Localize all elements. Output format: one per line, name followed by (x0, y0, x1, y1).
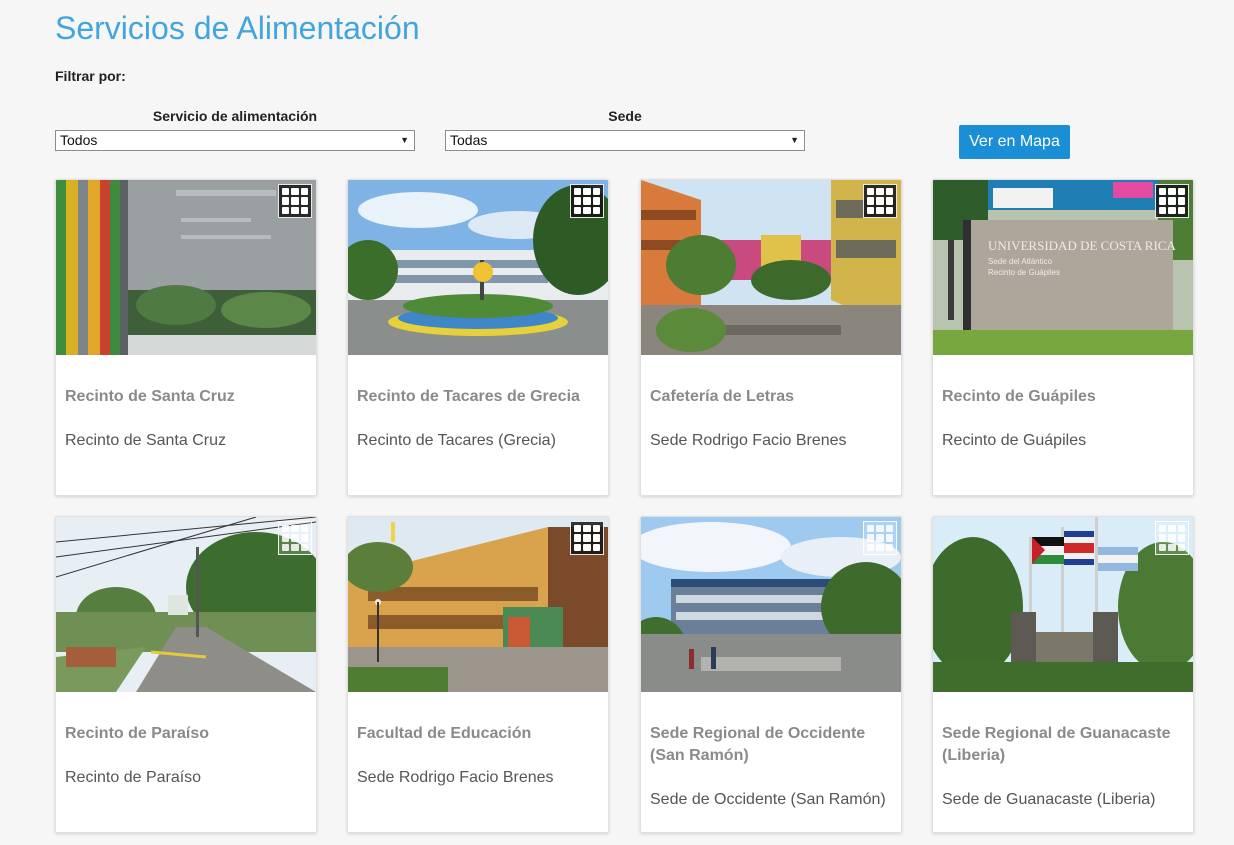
card-subtitle: Sede Rodrigo Facio Brenes (357, 769, 554, 786)
card-recinto-guapiles[interactable]: UNIVERSIDAD DE COSTA RICA Sede del Atlán… (932, 179, 1194, 496)
card-subtitle: Sede de Occidente (San Ramón) (650, 791, 886, 808)
card-recinto-santa-cruz[interactable]: Recinto de Santa Cruz Recinto de Santa C… (55, 179, 317, 496)
card-photo[interactable] (933, 517, 1193, 692)
grid-view-icon[interactable] (278, 184, 312, 218)
card-subtitle: Recinto de Santa Cruz (65, 432, 226, 449)
photo-text: UNIVERSIDAD DE COSTA RICA (988, 238, 1176, 253)
card-sede-guanacaste[interactable]: Sede Regional de Guanacaste (Liberia) Se… (932, 516, 1194, 833)
campus-filter-label: Sede (608, 108, 642, 124)
grid-view-icon[interactable] (278, 521, 312, 555)
grid-view-icon[interactable] (863, 184, 897, 218)
card-title: Sede Regional de Guanacaste (Liberia) (942, 725, 1171, 764)
grid-view-icon[interactable] (1155, 184, 1189, 218)
grid-view-icon[interactable] (570, 521, 604, 555)
card-subtitle: Sede Rodrigo Facio Brenes (650, 432, 847, 449)
photo-text: Sede del Atlántico (988, 257, 1053, 266)
card-subtitle: Sede de Guanacaste (Liberia) (942, 791, 1156, 808)
card-photo[interactable] (641, 517, 901, 692)
card-sede-occidente[interactable]: Sede Regional de Occidente (San Ramón) S… (640, 516, 902, 833)
card-title: Recinto de Tacares de Grecia (357, 388, 580, 405)
service-filter-label: Servicio de alimentación (152, 108, 318, 124)
photo-text: Recinto de Guápiles (988, 268, 1060, 277)
view-map-button[interactable]: Ver en Mapa (959, 125, 1070, 159)
triangle-down-icon: ▼ (400, 135, 409, 145)
card-cafeteria-letras[interactable]: Cafetería de Letras Sede Rodrigo Facio B… (640, 179, 902, 496)
card-title: Sede Regional de Occidente (San Ramón) (650, 725, 866, 764)
card-title: Cafetería de Letras (650, 388, 795, 405)
card-title: Recinto de Paraíso (65, 725, 210, 742)
card-subtitle: Recinto de Guápiles (942, 432, 1087, 449)
grid-view-icon[interactable] (570, 184, 604, 218)
grid-view-icon[interactable] (863, 521, 897, 555)
card-photo[interactable]: UNIVERSIDAD DE COSTA RICA Sede del Atlán… (933, 180, 1193, 355)
grid-view-icon[interactable] (1155, 521, 1189, 555)
campus-select[interactable]: Todas ▼ (445, 130, 805, 151)
page-title: Servicios de Alimentación (55, 10, 420, 46)
triangle-down-icon: ▼ (790, 135, 799, 145)
card-photo[interactable] (348, 180, 608, 355)
card-photo[interactable] (641, 180, 901, 355)
card-photo[interactable] (348, 517, 608, 692)
service-select[interactable]: Todos ▼ (55, 130, 415, 151)
card-subtitle: Recinto de Paraíso (65, 769, 202, 786)
service-select-value: Todos (60, 132, 98, 148)
card-recinto-tacares-grecia[interactable]: Recinto de Tacares de Grecia Recinto de … (347, 179, 609, 496)
card-title: Recinto de Santa Cruz (65, 388, 235, 405)
filter-label: Filtrar por: (55, 68, 126, 84)
card-title: Recinto de Guápiles (942, 388, 1096, 405)
card-title: Facultad de Educación (357, 725, 532, 742)
card-recinto-paraiso[interactable]: Recinto de Paraíso Recinto de Paraíso (55, 516, 317, 833)
card-photo[interactable] (56, 180, 316, 355)
card-subtitle: Recinto de Tacares (Grecia) (357, 432, 556, 449)
card-facultad-educacion[interactable]: Facultad de Educación Sede Rodrigo Facio… (347, 516, 609, 833)
campus-select-value: Todas (450, 132, 488, 148)
card-photo[interactable] (56, 517, 316, 692)
